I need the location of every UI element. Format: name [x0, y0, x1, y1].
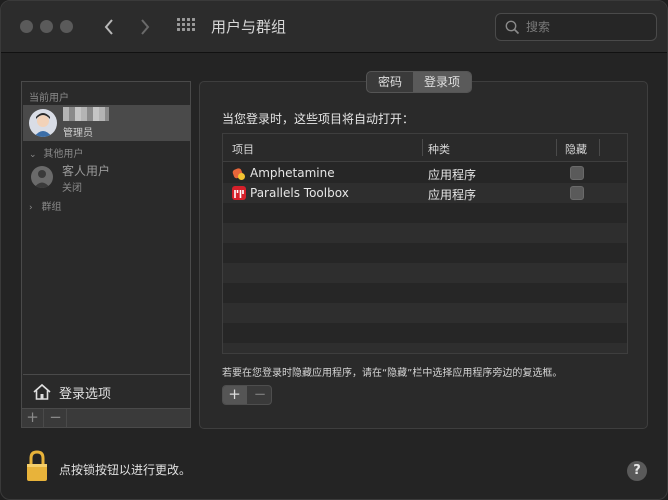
panel-heading: 当您登录时，这些项目将自动打开：	[222, 112, 415, 126]
tab-password[interactable]: 密码	[367, 72, 413, 92]
table-row[interactable]: Amphetamine 应用程序	[223, 163, 627, 183]
sidebar-item-current-user[interactable]: 管理员	[23, 105, 190, 141]
amphetamine-app-icon	[232, 166, 246, 180]
window-title: 用户与群组	[211, 18, 287, 36]
tab-bar: 密码 登录项	[366, 71, 473, 93]
users-sidebar: 当前用户 管理员 ⌄ 其他用户 客人用户 关闭 › 群组 登录选项 + −	[21, 81, 191, 428]
empty-row	[223, 263, 627, 283]
search-input[interactable]	[526, 18, 650, 36]
user-role: 管理员	[63, 128, 93, 139]
table-header: 项目 种类 隐藏	[223, 134, 627, 162]
login-items-table: 项目 种类 隐藏 Amphetamine 应用程序 Parallels Tool…	[222, 133, 628, 354]
column-separator	[599, 139, 600, 156]
system-preferences-window: 用户与群组 当前用户 管理员 ⌄ 其他用户	[0, 0, 668, 500]
avatar	[29, 109, 57, 137]
column-separator	[422, 139, 423, 156]
current-users-label: 当前用户	[29, 93, 69, 104]
guest-avatar[interactable]	[31, 166, 53, 188]
title-bar: 用户与群组	[1, 1, 667, 53]
empty-row	[223, 343, 627, 353]
empty-row	[223, 323, 627, 343]
hide-checkbox[interactable]	[570, 186, 584, 200]
empty-row	[223, 243, 627, 263]
empty-row	[223, 303, 627, 323]
column-separator	[556, 139, 557, 156]
zoom-window-button[interactable]	[60, 20, 73, 33]
item-name: Amphetamine	[250, 166, 335, 180]
empty-row	[223, 203, 627, 223]
chevron-right-icon: ›	[29, 203, 33, 213]
empty-row	[223, 223, 627, 243]
guest-user-name[interactable]: 客人用户	[62, 162, 110, 179]
chevron-left-icon	[104, 19, 113, 35]
add-login-item-button[interactable]: +	[223, 386, 247, 404]
minimize-window-button[interactable]	[40, 20, 53, 33]
chevron-right-icon	[141, 19, 150, 35]
search-icon	[505, 20, 520, 35]
hide-hint-text: 若要在您登录时隐藏应用程序，请在“隐藏”栏中选择应用程序旁边的复选框。	[222, 368, 563, 379]
tab-login-items[interactable]: 登录项	[413, 72, 472, 92]
add-user-button[interactable]: +	[22, 409, 44, 427]
forward-button[interactable]	[134, 15, 156, 39]
house-icon	[33, 383, 51, 400]
column-header-item[interactable]: 项目	[232, 141, 254, 157]
groups-label: 群组	[41, 202, 62, 213]
remove-login-item-button[interactable]: −	[248, 386, 271, 404]
sidebar-item-login-options[interactable]: 登录选项	[23, 374, 190, 408]
column-header-kind[interactable]: 种类	[428, 141, 450, 157]
show-all-grid-icon[interactable]	[177, 18, 195, 36]
column-header-hide[interactable]: 隐藏	[565, 141, 587, 157]
login-options-label: 登录选项	[59, 387, 112, 402]
groups-disclosure[interactable]: › 群组	[29, 198, 61, 213]
hide-checkbox[interactable]	[570, 166, 584, 180]
guest-user-status: 关闭	[62, 183, 82, 194]
login-items-panel: 当您登录时，这些项目将自动打开： 项目 种类 隐藏 Amphetamine 应用…	[199, 81, 648, 429]
search-box[interactable]	[495, 13, 657, 41]
lock-instruction: 点按锁按钮以进行更改。	[59, 463, 192, 477]
item-kind: 应用程序	[428, 188, 477, 202]
remove-user-button[interactable]: −	[45, 409, 67, 427]
add-remove-control: + −	[222, 385, 272, 405]
other-users-disclosure[interactable]: ⌄ 其他用户	[29, 145, 83, 160]
table-row[interactable]: Parallels Toolbox 应用程序	[223, 183, 627, 203]
item-kind: 应用程序	[428, 168, 477, 182]
user-name-blurred	[63, 107, 109, 121]
item-name: Parallels Toolbox	[250, 186, 349, 200]
back-button[interactable]	[98, 15, 120, 39]
help-button[interactable]: ?	[627, 461, 647, 481]
chevron-down-icon: ⌄	[29, 150, 37, 160]
empty-row	[223, 283, 627, 303]
parallels-toolbox-app-icon	[232, 186, 246, 200]
close-window-button[interactable]	[20, 20, 33, 33]
sidebar-footer: + −	[22, 408, 190, 427]
lock-icon[interactable]	[25, 449, 49, 487]
other-users-label: 其他用户	[43, 149, 84, 160]
